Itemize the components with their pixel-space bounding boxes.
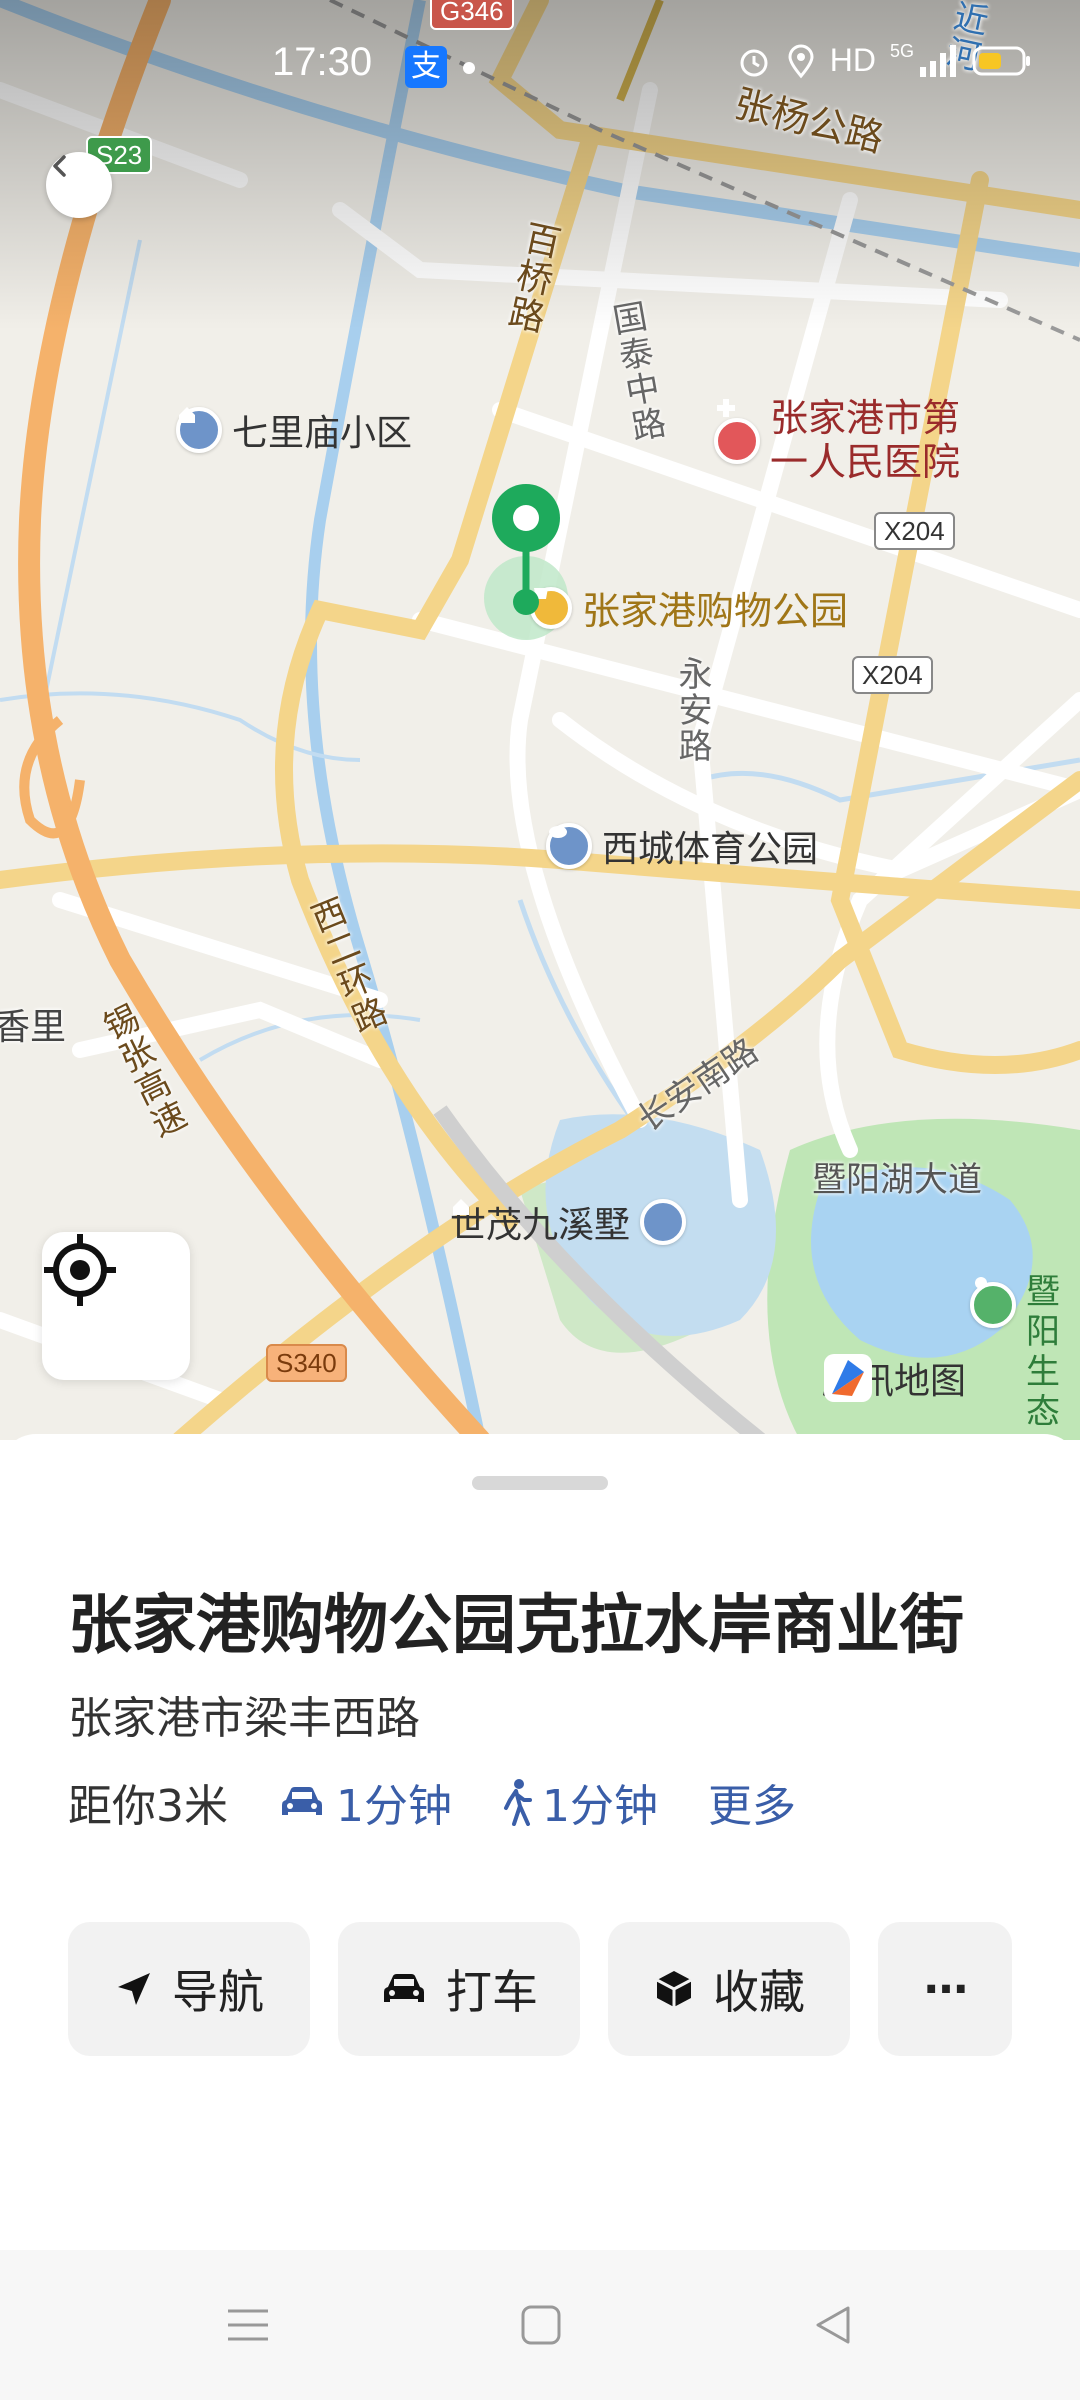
stadium-icon [546, 823, 592, 869]
network-5g-label: 5G [889, 41, 914, 61]
tencent-map-logo-icon [824, 1354, 872, 1402]
more-link[interactable]: 更多 [708, 1770, 796, 1834]
road-label-yongan: 永安路 [672, 656, 712, 764]
taxi-icon [384, 1974, 424, 2002]
network-hd-label: HD [829, 42, 876, 78]
taxi-button[interactable]: 打车 [338, 1922, 580, 2056]
system-nav-bar [0, 2250, 1080, 2400]
cube-icon [656, 1971, 692, 2007]
alipay-notification-icon: 支 [405, 46, 447, 88]
more-dots-icon: ··· [922, 1963, 969, 2015]
chevron-left-icon [53, 155, 66, 177]
poi-label: 七里庙小区 [232, 413, 413, 454]
screen: G346 S23 X204 X204 S340 张杨公路 百桥路 国泰中路 永安… [0, 0, 1080, 2400]
car-icon [282, 1787, 322, 1815]
crosshair-icon [44, 1234, 116, 1306]
action-bar: 导航 打车 收藏 ··· [68, 1922, 1012, 2056]
route-shield-x204-a: X204 [874, 512, 955, 550]
sheet-drag-handle[interactable] [472, 1476, 608, 1490]
poi-jiyang-eco[interactable]: 暨阳生态 [970, 1272, 1080, 1432]
poi-qilimiao[interactable]: 七里庙小区 [176, 404, 412, 456]
favorite-label: 收藏 [713, 1965, 805, 2019]
alarm-icon [740, 49, 768, 76]
poi-label: 世茂九溪墅 [450, 1205, 631, 1246]
poi-label: 张家港市第一人民医院 [770, 396, 961, 484]
navigate-label: 导航 [172, 1965, 264, 2019]
drive-time-label: 1分钟 [336, 1781, 452, 1832]
map-view[interactable]: G346 S23 X204 X204 S340 张杨公路 百桥路 国泰中路 永安… [0, 0, 1080, 1440]
walk-icon [504, 1779, 532, 1826]
locate-me-button[interactable] [42, 1232, 190, 1380]
more-actions-button[interactable]: ··· [878, 1922, 1012, 2056]
poi-label: 西城体育公园 [602, 829, 819, 870]
place-address: 张家港市梁丰西路 [68, 1693, 420, 1744]
home-icon[interactable] [520, 2304, 562, 2346]
notification-dot-icon [463, 62, 475, 74]
battery-icon [972, 46, 1030, 75]
favorite-button[interactable]: 收藏 [608, 1922, 850, 2056]
status-time: 17:30 [272, 40, 373, 84]
distance-text: 距你3米 [68, 1781, 228, 1832]
route-shield-s340: S340 [266, 1344, 347, 1382]
drive-time[interactable]: 1分钟 [278, 1770, 452, 1834]
poi-hospital[interactable]: 张家港市第一人民医院 [714, 396, 970, 484]
navigate-button[interactable]: 导航 [68, 1922, 310, 2056]
walk-time[interactable]: 1分钟 [502, 1770, 658, 1834]
place-detail-sheet[interactable]: 张家港购物公园克拉水岸商业街 张家港市梁丰西路 距你3米 1分钟 1分钟 更多 … [0, 1434, 1080, 2264]
hospital-icon [714, 399, 760, 464]
back-button[interactable] [46, 152, 112, 218]
route-shield-x204-b: X204 [852, 656, 933, 694]
back-triangle-icon[interactable] [812, 2304, 854, 2346]
area-label-xiangli: 香里 [0, 1007, 67, 1048]
place-title: 张家港购物公园克拉水岸商业街 [68, 1589, 964, 1663]
road-label-jiyanghu: 暨阳湖大道 [812, 1160, 982, 1200]
residence-icon [176, 407, 222, 453]
status-icons: HD 5G [736, 41, 1032, 79]
location-pin[interactable] [490, 482, 562, 622]
poi-shimao[interactable]: 世茂九溪墅 [450, 1196, 687, 1248]
poi-xicheng-park[interactable]: 西城体育公园 [546, 820, 818, 872]
signal-bars-icon [920, 44, 956, 77]
poi-label: 张家港购物公园 [582, 589, 849, 633]
residence-icon [453, 1199, 687, 1245]
menu-icon[interactable] [226, 2305, 270, 2345]
travel-info: 距你3米 1分钟 1分钟 更多 [68, 1770, 846, 1834]
status-bar: 17:30 支 HD 5G [0, 0, 1080, 130]
poi-label: 暨阳生态 [1026, 1272, 1060, 1432]
navigation-arrow-icon [118, 1973, 150, 2005]
taxi-label: 打车 [446, 1965, 538, 2019]
map-brand: 腾讯地图 [822, 1352, 966, 1404]
location-icon [788, 44, 814, 78]
poi-shopping-park[interactable]: 张家港购物公园 [530, 580, 848, 635]
walk-time-label: 1分钟 [542, 1781, 658, 1832]
park-icon [970, 1277, 1016, 1328]
